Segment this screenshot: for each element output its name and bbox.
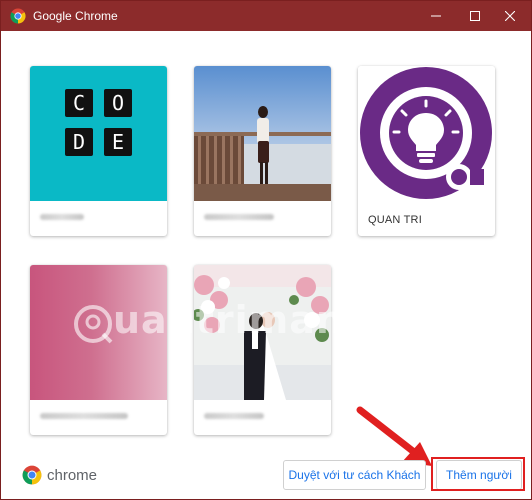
code-tile: E <box>104 128 132 156</box>
chrome-brand-label: chrome <box>47 467 98 484</box>
arrow-annotation-icon <box>356 406 432 466</box>
profile-name-blurred <box>40 413 128 419</box>
minimize-icon <box>431 15 441 17</box>
profile-name-blurred <box>204 413 264 419</box>
profile-name-blurred <box>204 214 274 220</box>
highlight-annotation <box>431 457 525 491</box>
code-tile: D <box>65 128 93 156</box>
lightbulb-icon <box>358 66 495 201</box>
title-bar: Google Chrome <box>1 1 531 31</box>
code-tile: C <box>65 89 93 117</box>
watermark-logo-icon <box>74 305 113 344</box>
profile-avatar-photo <box>194 66 331 201</box>
maximize-icon <box>470 11 480 21</box>
profile-card[interactable] <box>30 265 167 435</box>
window-title: Google Chrome <box>33 9 118 23</box>
code-tile: O <box>104 89 132 117</box>
close-icon <box>505 11 515 21</box>
browse-as-guest-button[interactable]: Duyệt với tư cách Khách <box>283 460 426 490</box>
chrome-profile-picker-window: Google Chrome C O D E QUAN TRI uantriman… <box>0 0 532 500</box>
chrome-icon <box>22 465 42 485</box>
profile-avatar-code: C O D E <box>30 66 167 201</box>
close-button[interactable] <box>487 1 532 31</box>
profile-card[interactable]: C O D E <box>30 66 167 236</box>
profile-name-blurred <box>40 214 84 220</box>
watermark-text: uantrimang <box>113 298 373 342</box>
profile-name: QUAN TRI <box>368 214 422 226</box>
chrome-icon <box>10 8 26 24</box>
profile-card[interactable] <box>194 66 331 236</box>
profile-card[interactable] <box>194 265 331 435</box>
profile-card[interactable]: QUAN TRI <box>358 66 495 236</box>
